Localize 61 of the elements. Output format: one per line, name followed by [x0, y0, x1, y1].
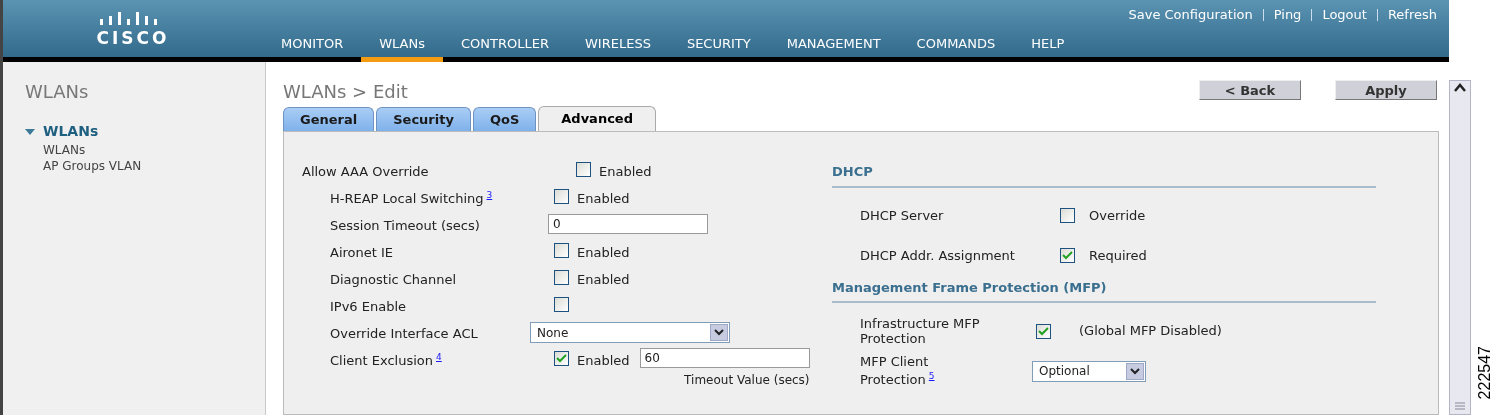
sidebar-subitem[interactable]: WLANs: [25, 142, 265, 158]
figure-number: 222547: [1476, 345, 1494, 399]
checkbox[interactable]: [1060, 208, 1075, 223]
footnote-link[interactable]: 5: [928, 371, 935, 382]
tab[interactable]: Security: [376, 107, 471, 131]
header-link[interactable]: Save Configuration: [1128, 5, 1253, 25]
checkbox[interactable]: [554, 270, 569, 285]
section-heading: DHCP: [832, 162, 1376, 188]
option-label: Enabled: [577, 352, 630, 370]
setting-label: DHCP Server: [860, 208, 944, 223]
setting-label: Client Exclusion: [330, 353, 434, 369]
setting-label: IPv6 Enable: [330, 299, 407, 314]
grip-icon: [1455, 402, 1465, 410]
footnote-link[interactable]: 4: [436, 352, 442, 362]
sidebar-subitem[interactable]: AP Groups VLAN: [25, 158, 265, 174]
text-field[interactable]: 60: [639, 348, 810, 368]
action-button[interactable]: Apply: [1335, 80, 1437, 100]
checkbox[interactable]: [554, 243, 569, 258]
tab[interactable]: QoS: [472, 107, 537, 131]
checkbox[interactable]: [554, 189, 569, 204]
logo-text: CISCO: [96, 28, 170, 48]
checked-checkbox[interactable]: [554, 351, 569, 366]
field-caption: Timeout Value (secs): [684, 372, 810, 389]
page-title: WLANs > Edit: [283, 80, 408, 104]
scrollbar[interactable]: [1449, 80, 1471, 415]
setting-label: H-REAP Local Switching: [330, 191, 484, 207]
setting-label: Diagnostic Channel: [330, 272, 457, 287]
setting-label: Infrastructure MFP Protection: [860, 316, 980, 346]
dropdown-caret-icon: [714, 329, 724, 336]
option-label: Enabled: [577, 190, 630, 208]
header-link[interactable]: Ping: [1273, 5, 1302, 25]
checkbox[interactable]: [576, 162, 591, 177]
option-label: Override: [1089, 206, 1146, 225]
sidebar-item[interactable]: WLANs: [43, 121, 99, 142]
header-link[interactable]: Refresh: [1387, 5, 1437, 25]
checked-checkbox[interactable]: [1060, 248, 1075, 263]
option-label: Required: [1089, 246, 1147, 265]
text-field[interactable]: 0: [548, 214, 708, 234]
header-link[interactable]: Logout: [1322, 5, 1367, 25]
sidebar-title: WLANs: [25, 80, 90, 104]
option-label: Enabled: [577, 244, 630, 262]
setting-label: DHCP Addr. Assignment: [860, 248, 1015, 263]
tab[interactable]: General: [283, 107, 375, 131]
footnote-link[interactable]: 3: [486, 190, 493, 200]
tab[interactable]: Advanced: [538, 106, 656, 131]
action-button[interactable]: < Back: [1199, 80, 1301, 100]
option-label: Enabled: [577, 271, 630, 289]
dropdown[interactable]: None: [530, 322, 730, 343]
setting-label: Session Timeout (secs): [330, 218, 480, 233]
option-label: Enabled: [599, 163, 652, 181]
expanded-triangle-icon[interactable]: [25, 127, 35, 136]
setting-label: MFP Client Protection: [860, 354, 929, 388]
section-heading: Management Frame Protection (MFP): [832, 277, 1376, 303]
checkbox[interactable]: [554, 297, 569, 312]
setting-label: Override Interface ACL: [330, 326, 478, 341]
option-label: (Global MFP Disabled): [1079, 322, 1222, 341]
setting-label: Aironet IE: [330, 245, 394, 260]
checked-checkbox[interactable]: [1036, 323, 1051, 339]
setting-label: Allow AAA Override: [302, 164, 429, 179]
dropdown-caret-icon: [1130, 367, 1140, 375]
dropdown[interactable]: Optional: [1032, 360, 1146, 382]
